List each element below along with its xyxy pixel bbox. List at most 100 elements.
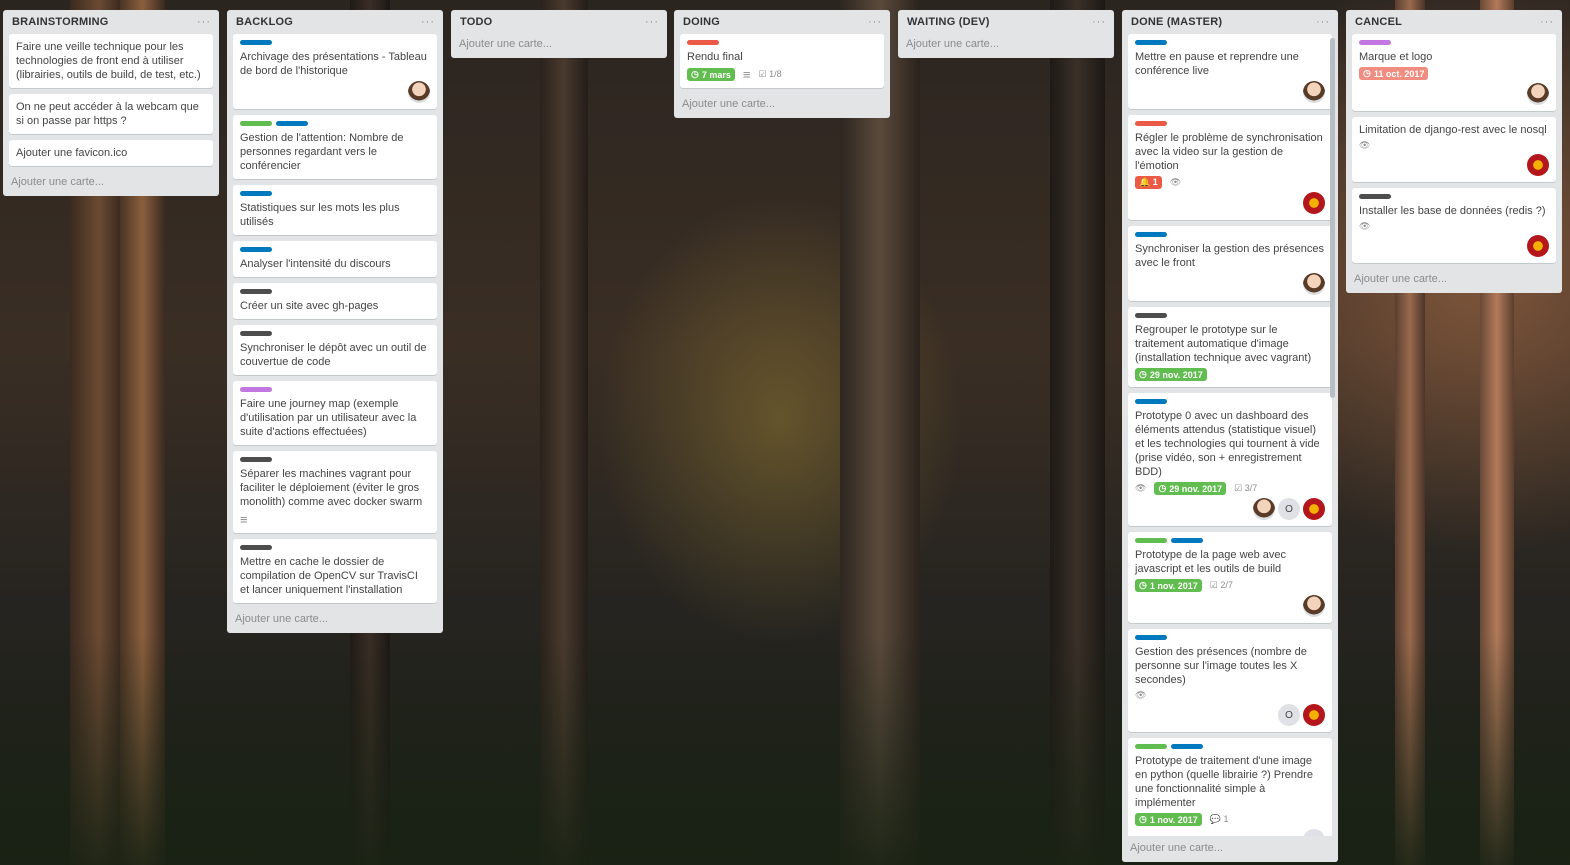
list-doing: DOING ··· Rendu final ◷ 7 mars ≡ ☑ 1/8 Ajouter … [674, 10, 890, 118]
list-title[interactable]: CANCEL [1355, 16, 1402, 28]
label-black[interactable] [240, 457, 272, 462]
card-badges: 👁 ◷ 29 nov. 2017 ☑ 3/7 [1135, 482, 1325, 495]
card[interactable]: Séparer les machines vagrant pour facili… [233, 451, 437, 533]
avatar[interactable] [408, 81, 430, 103]
label-black[interactable] [240, 545, 272, 550]
card[interactable]: Statistiques sur les mots les plus utili… [233, 185, 437, 235]
comment-icon: 💬 [1209, 814, 1224, 824]
avatar[interactable] [1527, 83, 1549, 105]
avatar[interactable] [1303, 273, 1325, 295]
list-menu-icon[interactable]: ··· [645, 16, 659, 28]
card[interactable]: On ne peut accéder à la webcam que si on… [9, 94, 213, 134]
comments-badge: 💬 1 [1210, 814, 1229, 825]
card[interactable]: Mettre en cache le dossier de compilatio… [233, 539, 437, 603]
label-black[interactable] [240, 331, 272, 336]
label-blue[interactable] [240, 40, 272, 45]
label-blue[interactable] [1135, 635, 1167, 640]
list-title[interactable]: DONE (MASTER) [1131, 16, 1222, 28]
due-date-badge[interactable]: ◷ 29 nov. 2017 [1135, 368, 1207, 381]
due-date-badge[interactable]: ◷ 7 mars [687, 68, 735, 81]
label-blue[interactable] [1171, 538, 1203, 543]
list-menu-icon[interactable]: ··· [1092, 16, 1106, 28]
list-header: TODO ··· [451, 10, 667, 34]
card[interactable]: Gestion de l'attention: Nombre de person… [233, 115, 437, 179]
card[interactable]: Rendu final ◷ 7 mars ≡ ☑ 1/8 [680, 34, 884, 88]
list-title[interactable]: BRAINSTORMING [12, 16, 109, 28]
due-date-badge[interactable]: ◷ 1 nov. 2017 [1135, 813, 1202, 826]
avatar[interactable] [1303, 704, 1325, 726]
add-card-button[interactable]: Ajouter une carte... [1346, 269, 1562, 293]
avatar-initials[interactable]: O [1278, 704, 1300, 726]
avatar[interactable] [1303, 81, 1325, 103]
label-black[interactable] [1359, 194, 1391, 199]
card-labels [240, 387, 430, 392]
label-blue[interactable] [1135, 40, 1167, 45]
add-card-button[interactable]: Ajouter une carte... [451, 34, 667, 58]
clock-icon: ◷ [691, 69, 699, 79]
list-title[interactable]: DOING [683, 16, 720, 28]
card[interactable]: Installer les base de données (redis ?) 👁 [1352, 188, 1556, 263]
list-menu-icon[interactable]: ··· [421, 16, 435, 28]
list-menu-icon[interactable]: ··· [197, 16, 211, 28]
label-green[interactable] [1135, 538, 1167, 543]
label-green[interactable] [1135, 744, 1167, 749]
add-card-button[interactable]: Ajouter une carte... [3, 172, 219, 196]
label-purple[interactable] [240, 387, 272, 392]
label-blue[interactable] [1171, 744, 1203, 749]
add-card-button[interactable]: Ajouter une carte... [898, 34, 1114, 58]
card[interactable]: Mettre en pause et reprendre une confére… [1128, 34, 1332, 109]
card-labels [240, 191, 430, 196]
cards-container: Archivage des présentations - Tableau de… [227, 34, 443, 603]
card[interactable]: Synchroniser la gestion des présences av… [1128, 226, 1332, 301]
add-card-button[interactable]: Ajouter une carte... [1122, 836, 1338, 862]
card[interactable]: Créer un site avec gh-pages [233, 283, 437, 319]
label-red[interactable] [687, 40, 719, 45]
list-menu-icon[interactable]: ··· [868, 16, 882, 28]
add-card-button[interactable]: Ajouter une carte... [227, 609, 443, 633]
avatar[interactable] [1527, 154, 1549, 176]
due-date-badge[interactable]: ◷ 1 nov. 2017 [1135, 579, 1202, 592]
label-black[interactable] [1135, 313, 1167, 318]
due-date-badge[interactable]: ◷ 29 nov. 2017 [1154, 482, 1227, 495]
label-blue[interactable] [240, 191, 272, 196]
avatar-initials[interactable]: O [1278, 498, 1300, 520]
card[interactable]: Prototype 0 avec un dashboard des élémen… [1128, 393, 1332, 526]
card[interactable]: Regrouper le prototype sur le traitement… [1128, 307, 1332, 387]
add-card-button[interactable]: Ajouter une carte... [674, 94, 890, 118]
list-menu-icon[interactable]: ··· [1316, 16, 1330, 28]
label-green[interactable] [240, 121, 272, 126]
card[interactable]: Gestion des présences (nombre de personn… [1128, 629, 1332, 732]
label-blue[interactable] [240, 247, 272, 252]
card[interactable]: Ajouter une favicon.ico [9, 140, 213, 166]
card[interactable]: Marque et logo ◷ 11 oct. 2017 [1352, 34, 1556, 111]
card[interactable]: Régler le problème de synchronisation av… [1128, 115, 1332, 220]
card[interactable]: Faire une veille technique pour les tech… [9, 34, 213, 88]
label-blue[interactable] [276, 121, 308, 126]
avatar[interactable] [1303, 192, 1325, 214]
list-title[interactable]: BACKLOG [236, 16, 293, 28]
avatar[interactable] [1253, 498, 1275, 520]
avatar[interactable] [1303, 595, 1325, 617]
card[interactable]: Synchroniser le dépôt avec un outil de c… [233, 325, 437, 375]
due-date-text: 29 nov. 2017 [1149, 369, 1203, 380]
label-purple[interactable] [1359, 40, 1391, 45]
label-blue[interactable] [1135, 232, 1167, 237]
avatar[interactable] [1527, 235, 1549, 257]
avatar[interactable] [1303, 498, 1325, 520]
label-red[interactable] [1135, 121, 1167, 126]
list-title[interactable]: WAITING (DEV) [907, 16, 990, 28]
card[interactable]: Analyser l'intensité du discours [233, 241, 437, 277]
card-title: Ajouter une favicon.ico [16, 147, 128, 159]
scrollbar[interactable] [1330, 38, 1335, 398]
card[interactable]: Archivage des présentations - Tableau de… [233, 34, 437, 109]
card[interactable]: Prototype de la page web avec javascript… [1128, 532, 1332, 623]
cards-container: Faire une veille technique pour les tech… [3, 34, 219, 166]
card[interactable]: Faire une journey map (exemple d'utilisa… [233, 381, 437, 445]
due-date-badge[interactable]: ◷ 11 oct. 2017 [1359, 67, 1429, 80]
label-black[interactable] [240, 289, 272, 294]
list-menu-icon[interactable]: ··· [1540, 16, 1554, 28]
label-blue[interactable] [1135, 399, 1167, 404]
list-title[interactable]: TODO [460, 16, 492, 28]
card[interactable]: Limitation de django-rest avec le nosql 👁 [1352, 117, 1556, 182]
card-labels [1359, 40, 1549, 45]
